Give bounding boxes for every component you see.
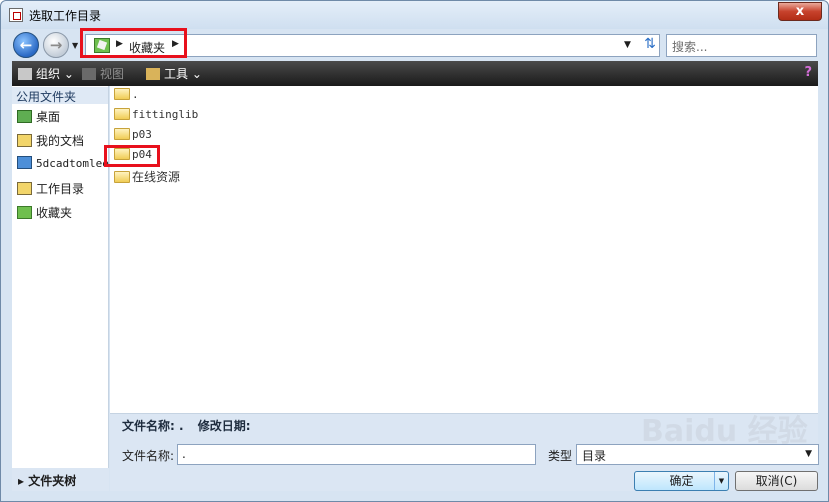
favorites-icon [17, 206, 32, 219]
computer-icon [17, 156, 32, 169]
highlight-p04-annotation [104, 145, 160, 167]
type-label: 类型 [548, 449, 573, 463]
dialog-window: 选取工作目录 x ← → ▼ ▶ 收藏夹 ▶ ▼ ⇅ 搜索... 组织 ⌄ 视图… [0, 0, 829, 502]
ok-button[interactable]: 确定 ▼ [634, 471, 729, 491]
nav-item-label: 桌面 [36, 110, 61, 124]
organize-label: 组织 [36, 67, 61, 81]
folder-tree-label: 文件夹树 [28, 474, 77, 488]
file-item-current-dir[interactable]: . [114, 88, 139, 106]
window-title: 选取工作目录 [29, 9, 102, 23]
cancel-button[interactable]: 取消(C) [735, 471, 818, 491]
nav-item-favorites[interactable]: 收藏夹 [17, 204, 72, 224]
nav-item-documents[interactable]: 我的文档 [17, 132, 84, 152]
help-icon[interactable]: ? [804, 65, 812, 80]
views-menu[interactable]: 视图 [82, 65, 124, 82]
views-icon [82, 68, 96, 80]
nav-item-computer[interactable]: 5dcadtomlee [17, 156, 109, 176]
history-dropdown-icon[interactable]: ▼ [72, 41, 78, 50]
tools-label: 工具 [164, 67, 189, 81]
tools-menu[interactable]: 工具 ⌄ [146, 65, 202, 82]
nav-item-desktop[interactable]: 桌面 [17, 108, 60, 128]
folder-icon [114, 108, 130, 120]
expand-icon: ▸ [18, 474, 25, 488]
desktop-icon [17, 110, 32, 123]
folder-icon [114, 128, 130, 140]
nav-item-label: 收藏夹 [36, 206, 73, 220]
documents-icon [17, 134, 32, 147]
tools-icon [146, 68, 160, 80]
organize-icon [18, 68, 32, 80]
nav-item-label: 我的文档 [36, 134, 85, 148]
left-navigation: 公用文件夹 桌面 我的文档 5dcadtomlee 工作目录 收藏夹 [12, 86, 109, 468]
working-dir-icon [17, 182, 32, 195]
file-name: fittinglib [132, 108, 199, 121]
file-item-fittinglib[interactable]: fittinglib [114, 108, 198, 126]
search-input[interactable]: 搜索... [666, 34, 817, 57]
file-name: . [132, 88, 139, 101]
watermark: Baidu 经验 [641, 414, 808, 449]
file-name: p03 [132, 128, 152, 141]
forward-button[interactable]: → [43, 32, 69, 58]
title-bar: 选取工作目录 x [1, 1, 828, 29]
views-label: 视图 [100, 67, 125, 81]
nav-item-working-dir[interactable]: 工作目录 [17, 180, 84, 200]
public-folders-header: 公用文件夹 [12, 87, 108, 104]
filename-input[interactable]: . [177, 444, 536, 465]
close-button[interactable]: x [778, 2, 822, 21]
nav-item-label: 工作目录 [36, 182, 85, 196]
type-value: 目录 [582, 449, 607, 463]
file-item-online-resources[interactable]: 在线资源 [114, 168, 180, 186]
chevron-down-icon: ▼ [805, 449, 812, 459]
folder-icon [114, 171, 130, 183]
file-list: . fittinglib p03 p04 在线资源 [110, 86, 818, 413]
refresh-icon[interactable]: ⇅ [641, 36, 659, 55]
filename-label: 文件名称: [122, 449, 175, 463]
ok-label: 确定 [669, 474, 694, 488]
folder-icon [114, 88, 130, 100]
file-name: 在线资源 [132, 170, 181, 184]
toolbar: 组织 ⌄ 视图 工具 ⌄ ? [12, 61, 818, 86]
highlight-address-annotation [80, 28, 187, 58]
app-icon [9, 8, 23, 22]
ok-dropdown-icon[interactable]: ▼ [714, 472, 728, 490]
file-item-p03[interactable]: p03 [114, 128, 152, 146]
back-button[interactable]: ← [13, 32, 39, 58]
nav-item-label: 5dcadtomlee [36, 157, 109, 170]
organize-menu[interactable]: 组织 ⌄ [18, 65, 74, 82]
detail-modified-label: 修改日期: [197, 419, 251, 433]
address-dropdown-icon[interactable]: ▼ [624, 40, 631, 50]
folder-tree-toggle[interactable]: ▸ 文件夹树 [12, 468, 109, 491]
detail-name-label: 文件名称: . [122, 419, 184, 433]
